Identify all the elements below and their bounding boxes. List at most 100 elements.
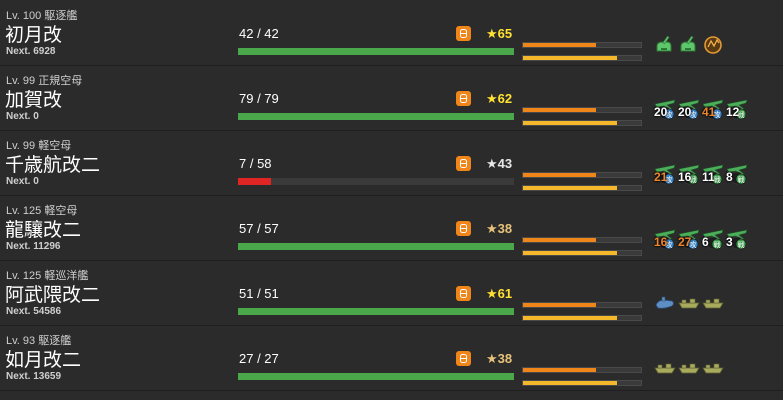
ammo-bar — [522, 185, 642, 191]
fighter-plane-icon[interactable]: 戦 戦 12 — [726, 95, 748, 121]
hp-text: 79 / 79 — [239, 91, 279, 106]
fighter-plane-icon[interactable]: 攻 攻 27 — [678, 225, 700, 251]
hp-bar-fill — [238, 308, 514, 315]
hp-bar-fill — [238, 48, 514, 55]
condition-value: ★38 — [486, 221, 513, 236]
fuel-canister-icon — [456, 286, 471, 301]
ship-next-exp: Next. 0 — [6, 111, 39, 122]
hp-text: 57 / 57 — [239, 221, 279, 236]
fighter-plane-icon[interactable]: 攻 攻 20 — [678, 95, 700, 121]
ship-row[interactable]: Lv. 93 駆逐艦 如月改二 Next. 13659 27 / 27 ★38 — [0, 325, 783, 391]
condition-value: ★65 — [486, 26, 513, 41]
fuel-bar — [522, 42, 642, 48]
aircraft-count: 12 — [726, 105, 740, 119]
equipment-slots: 攻 攻 20 攻 攻 20 攻 攻 41 戦 戦 12 — [654, 95, 748, 121]
condition-value: ★61 — [486, 286, 513, 301]
aircraft-count: 6 — [702, 235, 709, 249]
fuel-bar-fill — [523, 173, 597, 177]
fighter-plane-icon[interactable]: 攻 攻 21 — [654, 160, 676, 186]
ship-row[interactable]: Lv. 99 正規空母 加賀改 Next. 0 79 / 79 ★62 攻 攻 … — [0, 65, 783, 131]
landing-craft-icon[interactable] — [702, 290, 724, 316]
ship-row[interactable]: Lv. 125 軽空母 龍驤改二 Next. 11296 57 / 57 ★38… — [0, 195, 783, 261]
ammo-bar-fill — [523, 381, 618, 385]
equipment-slots — [654, 355, 724, 381]
hp-bar — [238, 48, 514, 55]
fighter-plane-icon[interactable]: 戦 戦 3 — [726, 225, 748, 251]
landing-craft-icon[interactable] — [702, 355, 724, 381]
ammo-bar-fill — [523, 316, 618, 320]
fighter-plane-icon[interactable]: 攻 攻 41 — [702, 95, 724, 121]
ship-next-exp: Next. 13659 — [6, 371, 62, 382]
condition-value: ★38 — [486, 351, 513, 366]
ship-row[interactable]: Lv. 99 軽空母 千歳航改二 Next. 0 7 / 58 ★43 攻 攻 … — [0, 130, 783, 196]
ship-row[interactable]: Lv. 125 軽巡洋艦 阿武隈改二 Next. 54586 51 / 51 ★… — [0, 260, 783, 326]
hp-bar-fill — [238, 373, 514, 380]
hp-text: 7 / 58 — [239, 156, 272, 171]
equipment-slots — [654, 30, 724, 56]
fuel-bar-fill — [523, 303, 597, 307]
fuel-bar — [522, 107, 642, 113]
ship-name[interactable]: 龍驤改二 — [5, 215, 81, 242]
fuel-bar-fill — [523, 43, 597, 47]
aa-radar-icon[interactable] — [702, 30, 724, 56]
hp-bar — [238, 373, 514, 380]
ammo-bar-fill — [523, 56, 618, 60]
ammo-bar-fill — [523, 121, 618, 125]
ship-name[interactable]: 千歳航改二 — [5, 150, 100, 177]
ammo-bar — [522, 250, 642, 256]
aa-gun-icon[interactable] — [654, 30, 676, 56]
equipment-slots: 攻 攻 16 攻 攻 27 戦 戦 6 戦 戦 3 — [654, 225, 748, 251]
hp-text: 27 / 27 — [239, 351, 279, 366]
fuel-canister-icon — [456, 91, 471, 106]
hp-bar-fill — [238, 178, 272, 185]
midget-submarine-icon[interactable] — [654, 290, 676, 316]
ammo-bar — [522, 315, 642, 321]
aa-gun-icon[interactable] — [678, 30, 700, 56]
landing-craft-icon[interactable] — [654, 355, 676, 381]
fighter-plane-icon[interactable]: 戦 戦 8 — [726, 160, 748, 186]
ship-row[interactable]: Lv. 100 駆逐艦 初月改 Next. 6928 42 / 42 ★65 — [0, 0, 783, 66]
condition-value: ★43 — [486, 156, 513, 171]
aircraft-count: 21 — [654, 170, 668, 184]
fighter-plane-icon[interactable]: 攻 攻 16 — [654, 225, 676, 251]
fuel-bar-fill — [523, 238, 597, 242]
fighter-plane-icon[interactable]: 戦 戦 16 — [678, 160, 700, 186]
condition-value: ★62 — [486, 91, 513, 106]
fuel-bar — [522, 172, 642, 178]
hp-bar — [238, 243, 514, 250]
fuel-canister-icon — [456, 26, 471, 41]
aircraft-count: 16 — [678, 170, 692, 184]
hp-bar-fill — [238, 243, 514, 250]
aircraft-count: 8 — [726, 170, 733, 184]
ammo-bar — [522, 380, 642, 386]
hp-bar — [238, 308, 514, 315]
ammo-bar-fill — [523, 251, 618, 255]
hp-bar-fill — [238, 113, 514, 120]
aircraft-count: 3 — [726, 235, 733, 249]
equipment-slots — [654, 290, 724, 316]
ammo-bar — [522, 55, 642, 61]
ship-name[interactable]: 初月改 — [5, 20, 62, 47]
landing-craft-icon[interactable] — [678, 290, 700, 316]
ship-name[interactable]: 阿武隈改二 — [5, 280, 100, 307]
equipment-slots: 攻 攻 21 戦 戦 16 戦 戦 11 戦 戦 8 — [654, 160, 748, 186]
fuel-bar — [522, 367, 642, 373]
ship-name[interactable]: 如月改二 — [5, 345, 81, 372]
aircraft-count: 41 — [702, 105, 716, 119]
ship-next-exp: Next. 11296 — [6, 241, 61, 252]
fuel-bar — [522, 237, 642, 243]
fighter-plane-icon[interactable]: 戦 戦 6 — [702, 225, 724, 251]
aircraft-count: 20 — [678, 105, 692, 119]
fuel-canister-icon — [456, 351, 471, 366]
fighter-plane-icon[interactable]: 戦 戦 11 — [702, 160, 724, 186]
aircraft-count: 27 — [678, 235, 692, 249]
ship-name[interactable]: 加賀改 — [5, 85, 62, 112]
ship-next-exp: Next. 6928 — [6, 46, 56, 57]
aircraft-count: 20 — [654, 105, 668, 119]
ammo-bar-fill — [523, 186, 618, 190]
fuel-canister-icon — [456, 221, 471, 236]
landing-craft-icon[interactable] — [678, 355, 700, 381]
hp-bar — [238, 178, 514, 185]
fighter-plane-icon[interactable]: 攻 攻 20 — [654, 95, 676, 121]
hp-text: 51 / 51 — [239, 286, 279, 301]
